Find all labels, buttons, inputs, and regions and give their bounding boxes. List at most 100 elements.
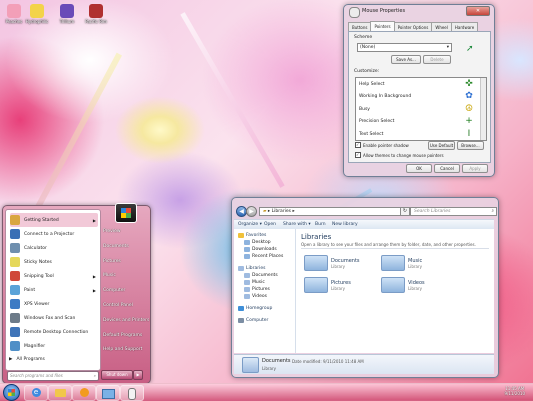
toolbar-button[interactable]: Burn <box>315 222 326 227</box>
apply-button[interactable]: Apply <box>462 164 488 173</box>
start-menu-item[interactable]: Getting Started ▶ <box>10 213 98 227</box>
nav-item[interactable]: Favorites <box>238 233 266 238</box>
nav-item[interactable]: Documents <box>244 273 278 278</box>
desktop-icon[interactable]: Pacific Rim <box>84 4 108 24</box>
desktop-icon[interactable]: Peaches <box>2 4 26 24</box>
search-input[interactable]: Search Libraries ⌕ <box>410 207 497 216</box>
cursor-row[interactable]: Working In Background ✿ <box>356 90 486 102</box>
nav-item[interactable]: Libraries <box>238 266 265 271</box>
start-menu-item[interactable]: Paint ▶ <box>10 283 98 297</box>
toolbar-button[interactable]: New library <box>332 222 358 227</box>
clock[interactable]: 11:45 AM 9/11/2010 <box>504 386 525 396</box>
delete-button[interactable]: Delete <box>423 55 451 64</box>
toolbar-button[interactable]: Organize ▾ <box>238 222 262 227</box>
shutdown-options-button[interactable]: ▶ <box>133 370 143 380</box>
allow-themes-checkbox[interactable]: ✓ Allow themes to change mouse pointers <box>355 152 444 158</box>
desktop-icon-label: Peaches <box>5 19 23 24</box>
window-title: Mouse Properties <box>362 8 406 14</box>
nav-item[interactable]: Homegroup <box>238 306 272 311</box>
arrow-right-icon: ▶ <box>92 287 96 293</box>
start-menu-link[interactable]: Music <box>103 273 116 278</box>
cursor-row[interactable]: Text Select I <box>356 128 486 140</box>
toolbar-button[interactable]: Share with ▾ <box>283 222 311 227</box>
forward-button[interactable]: ▶ <box>246 206 257 217</box>
enable-shadow-checkbox[interactable]: ✓ Enable pointer shadow <box>355 142 409 148</box>
address-bar[interactable]: ▰ ▸ Libraries ▸ <box>259 207 402 216</box>
library-item[interactable]: Videos Library <box>381 275 461 295</box>
taskbar-mouse-button[interactable] <box>120 385 144 401</box>
cursor-name: Text Select <box>359 131 384 137</box>
mouse-properties-window[interactable]: Mouse Properties ✕ Buttons Pointers Pointe… <box>343 4 495 177</box>
browse-button[interactable]: Browse... <box>457 141 484 150</box>
cursor-row[interactable]: Busy ☮ <box>356 103 486 115</box>
nav-item[interactable]: Recent Places <box>244 254 283 259</box>
start-menu-link[interactable]: Devices and Printers <box>103 318 149 323</box>
nav-item[interactable]: Desktop <box>244 240 271 245</box>
nav-item[interactable]: Music <box>244 280 265 285</box>
program-icon <box>10 313 20 323</box>
save-as-button[interactable]: Save As... <box>391 55 421 64</box>
library-icon <box>381 277 405 293</box>
scheme-select[interactable]: (None) ▾ <box>357 43 452 52</box>
taskbar-explorer-button[interactable] <box>48 385 72 401</box>
start-menu-programs: Getting Started ▶ Connect to a Projector Ca… <box>5 209 101 371</box>
nav-item[interactable]: Downloads <box>244 247 277 252</box>
shutdown-button[interactable]: Shut down <box>101 370 133 380</box>
start-button[interactable] <box>3 384 20 401</box>
nav-item[interactable]: Pictures <box>244 287 270 292</box>
start-menu-link[interactable]: Pictures <box>103 259 121 264</box>
nav-item-label: Libraries <box>246 266 266 271</box>
start-search-input[interactable]: Search programs and files ⌕ <box>7 371 99 381</box>
start-menu-link[interactable]: Control Panel <box>103 303 133 308</box>
start-menu[interactable]: Getting Started ▶ Connect to a Projector Ca… <box>2 203 151 384</box>
toolbar-button[interactable]: Open <box>264 222 276 227</box>
explorer-window[interactable]: ◀ ▶ ▰ ▸ Libraries ▸ ↻ Search Libraries ⌕… <box>231 197 499 378</box>
library-name: Videos <box>408 279 425 286</box>
cursor-row[interactable]: Precision Select + <box>356 115 486 127</box>
start-menu-item[interactable]: Windows Fax and Scan <box>10 311 98 325</box>
mouse-icon <box>349 7 360 18</box>
library-item[interactable]: Documents Library <box>304 253 384 273</box>
taskbar-media-button[interactable] <box>72 385 96 401</box>
use-default-button[interactable]: Use Default <box>428 141 455 150</box>
ok-button[interactable]: OK <box>406 164 432 173</box>
desktop-icon[interactable]: Hydrophilic <box>25 4 49 24</box>
start-menu-link[interactable]: Computer <box>103 288 125 293</box>
shutdown-label: Shut down <box>106 372 128 377</box>
start-menu-link[interactable]: Help and Support <box>103 347 142 352</box>
desktop-icon[interactable]: Trillium <box>55 4 79 24</box>
theme-icon <box>60 4 74 18</box>
start-menu-item[interactable]: Calculator <box>10 241 98 255</box>
arrow-right-icon: ▶ <box>92 217 96 223</box>
customize-label: Customize: <box>354 69 380 74</box>
user-picture[interactable] <box>115 203 137 223</box>
start-menu-item[interactable]: Connect to a Projector <box>10 227 98 241</box>
cursor-list[interactable]: Help Select ✜ Working In Background ✿ Busy ☮ P… <box>355 77 487 141</box>
navigation-pane[interactable]: Favorites Desktop Downloads Recent Places Li… <box>234 229 296 353</box>
cancel-button[interactable]: Cancel <box>434 164 460 173</box>
start-menu-item[interactable]: Remote Desktop Connection <box>10 325 98 339</box>
library-item[interactable]: Pictures Library <box>304 275 384 295</box>
scrollbar[interactable] <box>480 78 486 140</box>
start-menu-link[interactable]: Documents <box>103 244 129 249</box>
taskbar-explorer-window-button[interactable] <box>96 385 120 401</box>
library-item[interactable]: Music Library <box>381 253 461 273</box>
program-icon <box>10 229 20 239</box>
content-pane[interactable]: Libraries Open a library to see your fil… <box>296 229 494 353</box>
close-button[interactable]: ✕ <box>466 6 490 16</box>
start-menu-item-label: Windows Fax and Scan <box>24 315 76 321</box>
start-menu-item[interactable]: XPS Viewer <box>10 297 98 311</box>
start-menu-link[interactable]: Default Programs <box>103 333 142 338</box>
start-menu-item[interactable]: Sticky Notes <box>10 255 98 269</box>
nav-item[interactable]: Computer <box>238 318 268 323</box>
taskbar-ie-button[interactable]: e <box>24 385 48 401</box>
nav-item[interactable]: Videos <box>244 294 267 299</box>
start-menu-item[interactable]: Snipping Tool ▶ <box>10 269 98 283</box>
cursor-row[interactable]: Help Select ✜ <box>356 78 486 90</box>
start-menu-link[interactable]: Preview <box>103 229 121 234</box>
start-menu-item[interactable]: Magnifier <box>10 339 98 353</box>
refresh-button[interactable]: ↻ <box>400 207 410 216</box>
folder-icon <box>54 389 66 397</box>
program-icon <box>10 215 20 225</box>
all-programs-item[interactable]: ▶ All Programs <box>9 357 45 362</box>
